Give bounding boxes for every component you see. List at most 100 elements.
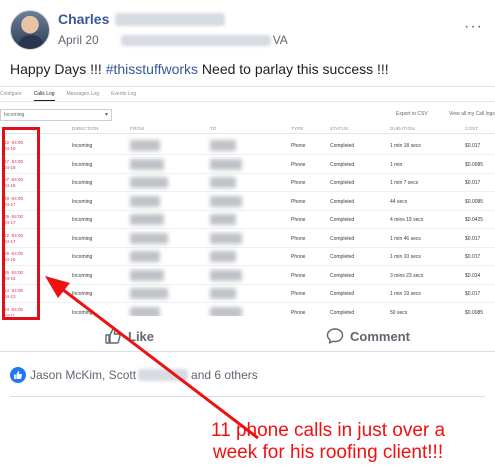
blurred-to-number [210, 140, 236, 151]
post-date[interactable]: April 20 [58, 33, 99, 47]
call-type: Phone [291, 272, 306, 279]
call-direction: Incoming [72, 161, 93, 168]
table-row: 29 -04:00 04-16 Incoming Phone Completed 1 mi… [0, 248, 495, 266]
reactions-summary[interactable]: Jason McKim, Scott and 6 others [10, 367, 258, 383]
column-header-type: TYPE [291, 126, 304, 131]
chevron-down-icon: ▾ [104, 112, 108, 118]
call-cost: $0.017 [465, 180, 481, 186]
call-cost: $0.017 [465, 143, 481, 149]
table-row: 07 -04:00 04-18 Incoming Phone Completed 1 mi… [0, 174, 495, 192]
call-duration: 1 min 7 secs [390, 180, 419, 186]
column-header-duration: DURATION [390, 126, 415, 131]
tab-calls-log: Calls Log [33, 91, 55, 101]
like-label: Like [128, 328, 155, 344]
hashtag-link[interactable]: #thisstuffworks [106, 61, 198, 77]
table-row: 26 -04:00 04-16 Incoming Phone Completed 3 mi… [0, 267, 495, 285]
author-name-row: Charles [58, 11, 226, 27]
call-status: Completed [330, 143, 355, 149]
call-status: Completed [330, 235, 355, 242]
author-name[interactable]: Charles [58, 11, 109, 27]
blurred-to-number [210, 177, 236, 188]
column-header-status: STATUS [330, 126, 349, 131]
call-duration: 4 mins 19 secs [390, 217, 424, 223]
table-row: 14 -04:00 04-13 Incoming Phone Completed 1 mi… [0, 285, 495, 303]
call-duration: 1 min 19 secs [390, 291, 421, 297]
call-status: Completed [330, 198, 355, 205]
blurred-from-number [130, 195, 160, 207]
blurred-from-number [130, 269, 164, 281]
annotation-line-1: 11 phone calls in just over a [210, 420, 446, 441]
header-divider [0, 133, 495, 134]
call-status: Completed [330, 291, 355, 297]
post-text-start: Happy Days !!! [10, 61, 106, 77]
call-cost: $0.017 [465, 235, 481, 242]
table-row: 38 -04:00 04-17 Incoming Phone Completed 44 s… [0, 193, 495, 211]
call-type: Phone [291, 161, 306, 168]
column-header-from: FROM [130, 126, 145, 131]
call-duration: 1 min 10 secs [390, 254, 421, 260]
call-status: Completed [330, 309, 355, 316]
blurred-reaction-name [138, 369, 189, 381]
call-duration: 1 min 18 secs [390, 143, 421, 149]
blurred-to-number [210, 195, 242, 207]
call-type: Phone [291, 180, 306, 186]
table-row: 09 -04:00 04-17 Incoming Phone Completed 4 mi… [0, 211, 495, 229]
author-avatar[interactable] [10, 10, 50, 50]
like-button[interactable]: Like [104, 327, 154, 345]
view-all-logs-link: View all my Call logs [449, 111, 495, 117]
blurred-to-number [210, 306, 242, 316]
table-row: 12 -04:00 04-19 Incoming Phone Completed 1 mi… [0, 137, 495, 155]
call-direction: Incoming [72, 235, 93, 242]
call-cost: $0.0085 [465, 161, 484, 168]
call-cost: $0.0085 [465, 198, 484, 205]
blurred-from-number [130, 232, 168, 244]
call-duration: 44 secs [390, 198, 408, 205]
call-status: Completed [330, 161, 355, 168]
call-duration: 1 min 46 secs [390, 235, 421, 242]
call-type: Phone [291, 217, 306, 223]
call-cost: $0.034 [465, 272, 481, 279]
blurred-from-number [130, 140, 160, 151]
call-duration: 3 mins 23 secs [390, 272, 424, 279]
more-options-icon[interactable]: ··· [464, 18, 483, 36]
call-cost: $0.0425 [465, 217, 484, 223]
tab-events-log: Events Log [111, 91, 137, 97]
call-cost: $0.017 [465, 254, 481, 260]
call-type: Phone [291, 143, 306, 149]
call-direction: Incoming [72, 254, 93, 260]
post-location-state: VA [272, 33, 288, 47]
call-status: Completed [330, 217, 355, 223]
call-duration: 1 min [390, 161, 403, 168]
blurred-surname [115, 12, 226, 26]
comment-label: Comment [350, 328, 410, 344]
call-type: Phone [291, 291, 306, 297]
thumbs-up-icon [105, 328, 121, 344]
call-status: Completed [330, 254, 355, 260]
calls-log-screenshot[interactable]: Configure Calls Log Messages Log Events … [0, 86, 495, 316]
post-meta: April 20 VA [58, 33, 288, 47]
call-cost: $0.017 [465, 291, 481, 297]
call-status: Completed [330, 180, 355, 186]
annotation-text: 11 phone calls in just over a week for h… [168, 420, 488, 464]
table-row: 34 -04:00 04-11 Incoming Phone Completed 50 s… [0, 304, 495, 316]
blurred-from-number [130, 251, 160, 262]
blurred-from-number [130, 177, 168, 188]
tab-divider [0, 101, 495, 102]
call-direction: Incoming [72, 217, 93, 223]
annotation-line-2: week for his roofing client!!! [212, 442, 444, 463]
table-row: 47 -04:00 04-18 Incoming Phone Completed 1 mi… [0, 156, 495, 174]
reaction-names-start: Jason McKim, Scott [30, 368, 137, 382]
call-cost: $0.0085 [465, 309, 484, 316]
blurred-to-number [210, 251, 236, 262]
log-tabs: Configure Calls Log Messages Log Events … [0, 91, 148, 101]
post-header: Charles April 20 VA ··· [10, 10, 485, 54]
date-highlight-box [2, 127, 40, 320]
comment-button[interactable]: Comment [326, 327, 410, 345]
call-direction: Incoming [72, 291, 93, 297]
blurred-from-number [130, 306, 160, 316]
tab-messages-log: Messages Log [66, 91, 100, 97]
call-type: Phone [291, 235, 306, 242]
blurred-location [120, 34, 271, 46]
blurred-from-number [130, 214, 164, 225]
post-text-end: Need to parlay this success !!! [198, 61, 389, 77]
